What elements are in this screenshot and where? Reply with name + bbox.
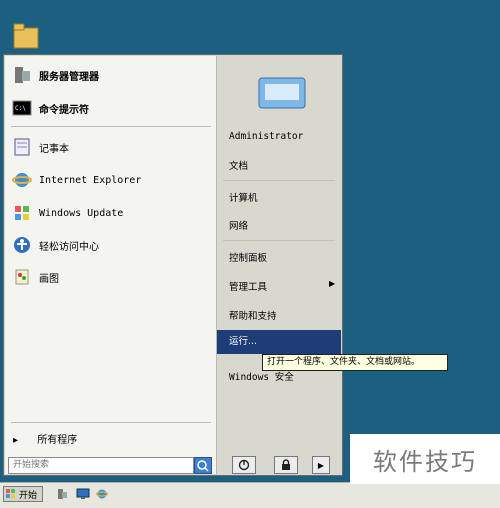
start-item-server-manager[interactable]: 服务器管理器 [11, 62, 99, 88]
arrow-right-icon: ▶ [317, 460, 325, 470]
start-item-ie[interactable]: Internet Explorer [11, 167, 141, 193]
user-picture[interactable] [255, 72, 311, 112]
start-item-label: Internet Explorer [39, 174, 142, 186]
shutdown-options-button[interactable]: ▶ [312, 456, 330, 474]
right-item-control-panel[interactable]: 控制面板 [229, 250, 267, 264]
right-item-network[interactable]: 网络 [229, 218, 248, 232]
start-item-label: 服务器管理器 [39, 71, 99, 83]
start-item-label: Windows Update [39, 207, 124, 219]
right-item-computer[interactable]: 计算机 [229, 190, 258, 204]
power-icon [238, 459, 250, 471]
all-programs-separator [11, 422, 211, 423]
start-button[interactable]: 开始 [3, 486, 43, 502]
all-programs-label: 所有程序 [37, 435, 78, 446]
right-item-documents[interactable]: 文档 [229, 158, 248, 172]
start-item-paint[interactable]: 画图 [11, 264, 59, 290]
lock-button[interactable] [274, 456, 298, 474]
start-menu-left-pane: 服务器管理器 C:\ 命令提示符 记事本 Internet Explorer W… [5, 56, 217, 474]
quicklaunch-desktop-icon[interactable] [76, 488, 90, 503]
start-button-label: 开始 [19, 490, 38, 501]
start-item-label: 命令提示符 [39, 104, 89, 116]
start-item-label: 记事本 [39, 143, 69, 155]
taskbar [0, 482, 500, 508]
right-item-user[interactable]: Administrator [229, 131, 303, 142]
command-prompt-icon: C:\ [11, 97, 33, 119]
start-menu-right-pane: Administrator 文档 计算机 网络 控制面板 管理工具 ▶ 帮助和支… [217, 56, 341, 458]
all-programs-button[interactable]: ▸ 所有程序 [13, 431, 77, 446]
start-item-notepad[interactable]: 记事本 [11, 134, 69, 160]
paint-icon [11, 266, 33, 288]
right-separator [223, 240, 335, 241]
right-item-label: 管理工具 [229, 282, 268, 293]
start-menu: 服务器管理器 C:\ 命令提示符 记事本 Internet Explorer W… [3, 54, 343, 476]
right-separator [223, 180, 335, 181]
right-item-admin-tools[interactable]: 管理工具 ▶ [229, 279, 335, 293]
internet-explorer-icon [11, 169, 33, 191]
right-item-windows-security[interactable]: Windows 安全 [229, 369, 294, 383]
pinned-separator [11, 126, 211, 127]
start-search-input[interactable]: 开始搜索 [8, 457, 194, 474]
lock-icon [282, 459, 290, 470]
windows-logo-icon [6, 489, 15, 498]
ease-of-access-icon [11, 234, 33, 256]
svg-text:C:\: C:\ [15, 105, 26, 112]
notepad-icon [11, 136, 33, 158]
server-manager-icon [11, 64, 33, 86]
watermark-label: 软件技巧 [350, 434, 500, 484]
all-programs-arrow-icon: ▸ [13, 435, 19, 446]
right-item-run[interactable]: 运行... [217, 330, 341, 354]
power-button[interactable] [232, 456, 256, 474]
quicklaunch-server-icon[interactable] [56, 488, 68, 503]
right-item-help[interactable]: 帮助和支持 [229, 308, 277, 322]
submenu-arrow-icon: ▶ [329, 279, 336, 288]
start-item-ease-of-access[interactable]: 轻松访问中心 [11, 232, 99, 258]
start-item-windows-update[interactable]: Windows Update [11, 200, 123, 226]
search-button[interactable] [194, 457, 212, 474]
run-tooltip: 打开一个程序、文件夹、文档或网站。 [262, 354, 448, 371]
desktop-folder-icon[interactable] [12, 18, 40, 52]
start-item-label: 轻松访问中心 [39, 241, 99, 253]
start-item-label: 画图 [39, 273, 59, 285]
search-icon [197, 460, 209, 472]
quicklaunch-ie-icon[interactable] [95, 488, 109, 503]
windows-update-icon [11, 202, 33, 224]
start-item-cmd[interactable]: C:\ 命令提示符 [11, 95, 89, 121]
